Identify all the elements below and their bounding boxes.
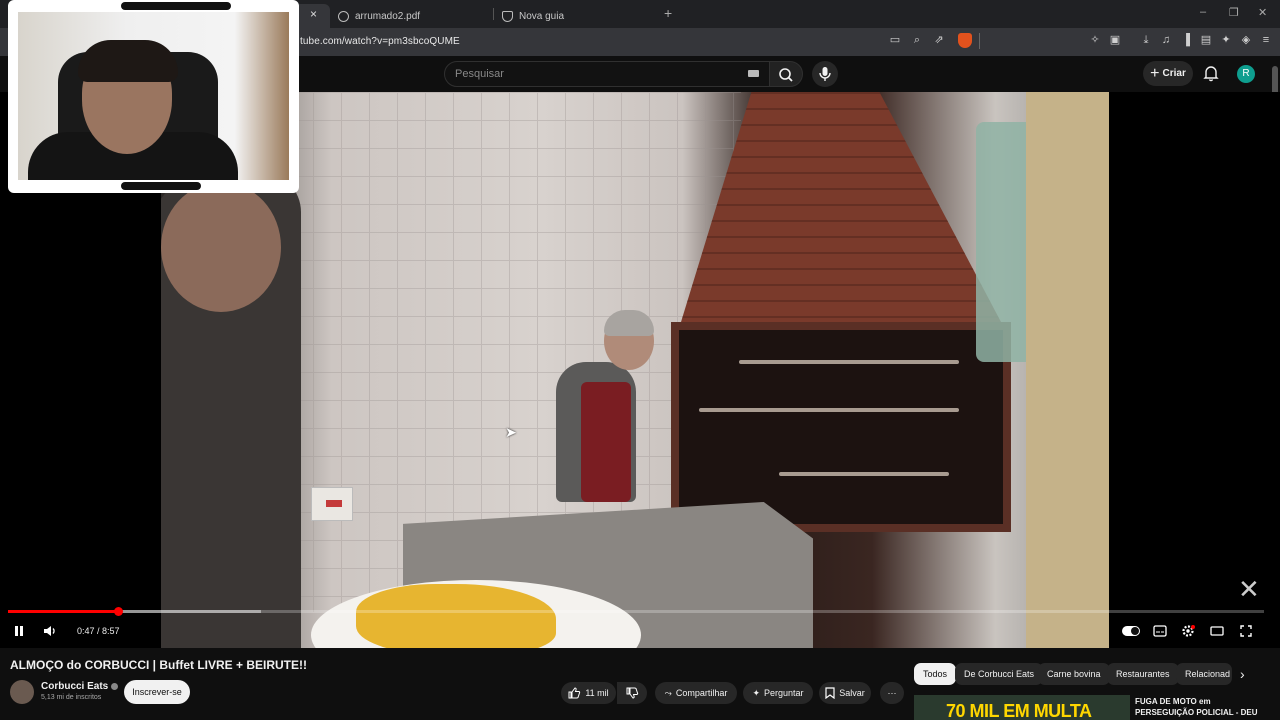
channel-name[interactable]: Corbucci Eats bbox=[41, 681, 119, 692]
tab-label: Nova guia bbox=[519, 10, 565, 22]
music-icon[interactable]: ♫ bbox=[1160, 34, 1172, 46]
pause-icon[interactable] bbox=[13, 625, 25, 637]
ask-label: Perguntar bbox=[764, 688, 804, 698]
close-overlay-icon[interactable]: ✕ bbox=[1238, 574, 1260, 605]
thumbs-up-icon bbox=[568, 687, 581, 699]
settings-gear-icon[interactable] bbox=[1181, 624, 1195, 638]
bookmark-icon bbox=[825, 687, 835, 699]
channel-avatar[interactable] bbox=[10, 680, 34, 704]
skewer bbox=[779, 472, 949, 476]
new-tab-button[interactable]: + bbox=[664, 5, 672, 21]
minimize-button[interactable]: – bbox=[1200, 6, 1206, 18]
thumbnail-text: 70 MIL EM MULTA bbox=[946, 701, 1092, 720]
create-label: Criar bbox=[1162, 68, 1186, 79]
brave-shield-icon[interactable] bbox=[958, 33, 972, 48]
download-icon[interactable]: ⤓ bbox=[1140, 34, 1152, 46]
share-icon[interactable]: ⇗ bbox=[933, 34, 945, 46]
vpn-icon[interactable]: ◈ bbox=[1240, 34, 1252, 46]
search-input[interactable]: Pesquisar bbox=[444, 61, 770, 87]
menu-icon[interactable]: ≡ bbox=[1260, 34, 1272, 46]
webcam-overlay bbox=[8, 0, 299, 193]
chip-restaurants[interactable]: Restaurantes bbox=[1107, 663, 1179, 685]
video-title: ALMOÇO do CORBUCCI | Buffet LIVRE + BEIR… bbox=[10, 658, 308, 672]
wallet-icon[interactable]: ▣ bbox=[1109, 34, 1121, 46]
autoplay-toggle[interactable] bbox=[1122, 626, 1140, 636]
like-button[interactable]: 11 mil bbox=[561, 682, 616, 704]
chevron-right-icon[interactable]: › bbox=[1240, 666, 1245, 682]
video-frame bbox=[161, 92, 1109, 648]
restore-button[interactable]: ❐ bbox=[1229, 6, 1239, 19]
save-label: Salvar bbox=[839, 688, 865, 698]
tab-new[interactable]: Nova guia bbox=[502, 4, 564, 28]
progress-scrubber[interactable] bbox=[114, 607, 123, 616]
theater-mode-icon[interactable] bbox=[1210, 625, 1224, 637]
fullscreen-icon[interactable] bbox=[1239, 624, 1253, 638]
extensions-icon[interactable]: ✧ bbox=[1089, 34, 1101, 46]
microphone-icon bbox=[819, 67, 831, 81]
more-actions-button[interactable]: ··· bbox=[880, 682, 904, 704]
plus-icon: + bbox=[1150, 64, 1160, 82]
voice-search-button[interactable] bbox=[812, 61, 838, 87]
share-label: Compartilhar bbox=[675, 688, 728, 698]
chip-related[interactable]: Relacionad bbox=[1176, 663, 1232, 685]
thumbs-down-icon bbox=[626, 687, 638, 699]
search-button[interactable] bbox=[769, 61, 803, 87]
chip-todos[interactable]: Todos bbox=[914, 663, 957, 685]
tab-pdf[interactable]: arrumado2.pdf bbox=[338, 4, 420, 28]
subtitles-icon[interactable] bbox=[1153, 625, 1167, 637]
progress-played bbox=[8, 610, 118, 613]
more-icon: ··· bbox=[887, 688, 897, 698]
related-video-title[interactable]: FUGA DE MOTO em PERSEGUIÇÃO POLICIAL - D… bbox=[1135, 696, 1265, 718]
close-window-button[interactable]: ✕ bbox=[1258, 6, 1267, 19]
subscribe-button[interactable]: Inscrever-se bbox=[124, 680, 190, 704]
streamer-hair bbox=[78, 40, 178, 82]
search-icon bbox=[779, 68, 793, 82]
url-field[interactable]: tube.com/watch?v=pm3sbcoQUME bbox=[300, 36, 460, 47]
subscriber-count: 5,13 mi de inscritos bbox=[41, 694, 102, 701]
channel-name-text: Corbucci Eats bbox=[41, 681, 109, 692]
ask-button[interactable]: ✦ Perguntar bbox=[743, 682, 813, 704]
tab-label: arrumado2.pdf bbox=[355, 10, 421, 22]
reader-icon[interactable]: ▤ bbox=[1200, 34, 1212, 46]
shield-icon bbox=[502, 10, 513, 22]
related-video-thumbnail[interactable]: 70 MIL EM MULTA bbox=[914, 695, 1130, 720]
cook-apron bbox=[581, 382, 631, 502]
notifications-bell-icon[interactable] bbox=[1203, 64, 1219, 82]
cast-icon[interactable]: ▭ bbox=[889, 34, 901, 46]
verified-badge-icon bbox=[111, 682, 119, 690]
wooden-post bbox=[1026, 92, 1109, 648]
save-button[interactable]: Salvar bbox=[819, 682, 871, 704]
share-icon: ⤳ bbox=[664, 687, 672, 698]
keyboard-icon[interactable] bbox=[748, 70, 759, 77]
skewer bbox=[739, 360, 959, 364]
zoom-icon[interactable]: ⌕ bbox=[911, 34, 923, 46]
chip-channel[interactable]: De Corbucci Eats bbox=[955, 663, 1044, 685]
globe-icon bbox=[338, 10, 349, 22]
leo-ai-icon[interactable]: ✦ bbox=[1220, 34, 1232, 46]
toolbar-divider bbox=[979, 33, 980, 49]
webcam-feed bbox=[18, 12, 289, 180]
wall-switch bbox=[311, 487, 353, 521]
webcam-frame-ornament bbox=[121, 182, 201, 190]
volume-icon[interactable] bbox=[43, 625, 57, 637]
skewer bbox=[699, 408, 959, 412]
share-button[interactable]: ⤳ Compartilhar bbox=[655, 682, 737, 704]
create-button[interactable]: + Criar bbox=[1143, 61, 1193, 86]
webcam-frame-ornament bbox=[121, 2, 231, 10]
sparkle-icon: ✦ bbox=[752, 687, 760, 698]
mouse-cursor-icon: ➤ bbox=[505, 424, 517, 440]
chip-beef[interactable]: Carne bovina bbox=[1038, 663, 1110, 685]
account-avatar[interactable]: R bbox=[1237, 65, 1255, 83]
like-count: 11 mil bbox=[585, 688, 609, 698]
sidebar-icon[interactable]: ▐ bbox=[1180, 34, 1192, 46]
foreground-person-head bbox=[161, 182, 281, 312]
tab-divider bbox=[493, 8, 494, 20]
food bbox=[356, 584, 556, 648]
dislike-button[interactable] bbox=[617, 682, 647, 704]
close-tab-icon[interactable]: × bbox=[310, 7, 317, 21]
time-display: 0:47 / 8:57 bbox=[77, 626, 120, 636]
barbecue-grill bbox=[671, 322, 1011, 532]
